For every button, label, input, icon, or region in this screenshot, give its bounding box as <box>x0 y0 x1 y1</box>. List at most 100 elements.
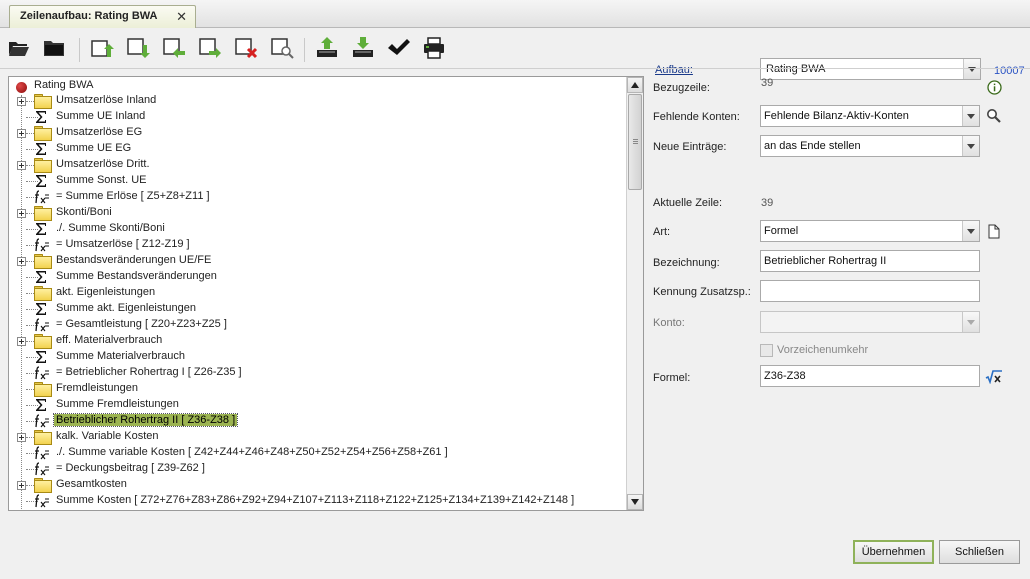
aktuelle-zeile-value: 39 <box>761 197 774 209</box>
chevron-down-icon[interactable] <box>962 221 979 241</box>
tree-root[interactable]: Rating BWA <box>9 77 626 93</box>
formula-icon <box>34 494 50 508</box>
tree-row[interactable]: = Gesamtleistung [ Z20+Z23+Z25 ] <box>9 317 626 333</box>
chevron-down-icon[interactable] <box>962 312 979 332</box>
tree-row[interactable]: Umsatzerlöse EG <box>9 125 626 141</box>
toolbar-separator <box>79 38 80 62</box>
insert-below-icon[interactable] <box>126 36 150 60</box>
bezeichnung-input[interactable]: Betrieblicher Rohertrag II <box>760 250 980 272</box>
indent-left-icon[interactable] <box>162 36 186 60</box>
bezugzeile-label: Bezugzeile: <box>653 82 710 94</box>
sigma-icon <box>34 350 50 364</box>
delete-row-icon[interactable] <box>234 36 258 60</box>
toolbar: Aufbau: Rating BWA 10007 <box>0 30 1030 80</box>
uebernehmen-button[interactable]: Übernehmen <box>853 540 934 564</box>
tree-row-label: ./. Summe variable Kosten [ Z42+Z44+Z46+… <box>56 446 448 458</box>
tree-row-label: = Umsatzerlöse [ Z12-Z19 ] <box>56 238 190 250</box>
printer-icon[interactable] <box>422 36 446 60</box>
tree-row[interactable]: ./. Summe variable Kosten [ Z42+Z44+Z46+… <box>9 445 626 461</box>
import-icon[interactable] <box>351 36 375 60</box>
checkmark-icon[interactable] <box>386 36 410 60</box>
tree-row[interactable]: Summe Sonst. UE <box>9 173 626 189</box>
neue-eintraege-select[interactable]: an das Ende stellen <box>760 135 980 157</box>
sigma-icon <box>34 142 50 156</box>
tree-row-label: Umsatzerlöse EG <box>56 126 143 138</box>
tree-row[interactable]: Summe UE Inland <box>9 109 626 125</box>
kennung-zusatzsp-input[interactable] <box>760 280 980 302</box>
tree-row[interactable]: Bestandsveränderungen UE/FE <box>9 253 626 269</box>
info-icon[interactable] <box>985 78 1003 96</box>
expand-plus-icon[interactable] <box>17 97 26 106</box>
tree-row[interactable]: kalk. Variable Kosten <box>9 429 626 445</box>
vorzeichenumkehr-checkbox[interactable] <box>760 344 773 357</box>
chevron-down-icon[interactable] <box>962 136 979 156</box>
formula-icon <box>34 238 50 252</box>
tree-row[interactable]: Fremdleistungen <box>9 381 626 397</box>
art-select[interactable]: Formel <box>760 220 980 242</box>
folder-icon <box>34 206 52 221</box>
tree-row[interactable]: ./. Summe Skonti/Boni <box>9 221 626 237</box>
indent-right-icon[interactable] <box>198 36 222 60</box>
export-icon[interactable] <box>315 36 339 60</box>
folder-icon <box>34 382 52 397</box>
scroll-up-icon[interactable] <box>627 77 643 93</box>
tab-zeilenaufbau[interactable]: Zeilenaufbau: Rating BWA ✕ <box>9 5 196 28</box>
sigma-icon <box>34 222 50 236</box>
tree-row[interactable]: Skonti/Boni <box>9 205 626 221</box>
scroll-down-icon[interactable] <box>627 494 643 510</box>
expand-plus-icon[interactable] <box>17 337 26 346</box>
chevron-down-icon[interactable] <box>963 59 980 79</box>
tree-row[interactable]: = Summe Erlöse [ Z5+Z8+Z11 ] <box>9 189 626 205</box>
tree-row[interactable]: = Deckungsbeitrag [ Z39-Z62 ] <box>9 461 626 477</box>
tree-row[interactable]: Summe akt. Eigenleistungen <box>9 301 626 317</box>
expand-plus-icon[interactable] <box>17 481 26 490</box>
fehlende-konten-select[interactable]: Fehlende Bilanz-Aktiv-Konten <box>760 105 980 127</box>
insert-above-icon[interactable] <box>90 36 114 60</box>
tree-row-label: Summe akt. Eigenleistungen <box>56 302 197 314</box>
tree-row[interactable]: = Umsatzerlöse [ Z12-Z19 ] <box>9 237 626 253</box>
aufbau-select[interactable]: Rating BWA <box>760 58 981 80</box>
vertical-scrollbar[interactable] <box>626 77 643 510</box>
tree-row[interactable]: Summe Kosten [ Z72+Z76+Z83+Z86+Z92+Z94+Z… <box>9 493 626 509</box>
tree-row-label: Summe UE EG <box>56 142 132 154</box>
search-icon[interactable] <box>985 107 1003 125</box>
tree-row[interactable]: Umsatzerlöse Dritt. <box>9 157 626 173</box>
tree-view[interactable]: Rating BWA Umsatzerlöse Inland Summe UE I… <box>8 76 644 511</box>
tree-row[interactable]: Summe Fremdleistungen <box>9 397 626 413</box>
close-icon[interactable]: ✕ <box>176 9 187 25</box>
tree-row[interactable]: Summe Bestandsveränderungen <box>9 269 626 285</box>
tree-row-label: kalk. Variable Kosten <box>56 430 159 442</box>
tree-row-label: = Summe Erlöse [ Z5+Z8+Z11 ] <box>56 190 210 202</box>
konto-select[interactable] <box>760 311 980 333</box>
search-row-icon[interactable] <box>270 36 294 60</box>
tree-row-label: akt. Eigenleistungen <box>56 286 156 298</box>
tree-row[interactable]: = Betrieblicher Rohertrag I [ Z26-Z35 ] <box>9 365 626 381</box>
expand-plus-icon[interactable] <box>17 161 26 170</box>
tree-row[interactable]: Gesamtkosten <box>9 477 626 493</box>
sigma-icon <box>34 174 50 188</box>
document-icon[interactable] <box>985 222 1003 240</box>
open-folder-icon[interactable] <box>7 36 31 60</box>
bezeichnung-value: Betrieblicher Rohertrag II <box>764 255 887 267</box>
expand-plus-icon[interactable] <box>17 129 26 138</box>
tree-row[interactable]: Summe Materialverbrauch <box>9 349 626 365</box>
folder-icon[interactable] <box>42 36 66 60</box>
tree-row[interactable]: Betrieblicher Rohertrag II [ Z36-Z38 ] <box>9 413 626 429</box>
chevron-down-icon[interactable] <box>962 106 979 126</box>
tree-row[interactable]: akt. Eigenleistungen <box>9 285 626 301</box>
expand-plus-icon[interactable] <box>17 257 26 266</box>
formula-sqrt-icon[interactable] <box>985 368 1003 386</box>
tree-row[interactable]: Summe UE EG <box>9 141 626 157</box>
tree-row[interactable]: Umsatzerlöse Inland <box>9 93 626 109</box>
formel-input[interactable]: Z36-Z38 <box>760 365 980 387</box>
tree-row-label: Summe UE Inland <box>56 110 146 122</box>
expand-plus-icon[interactable] <box>17 433 26 442</box>
aufbau-select-value: Rating BWA <box>766 63 826 75</box>
schliessen-button[interactable]: Schließen <box>939 540 1020 564</box>
formula-icon <box>34 414 50 428</box>
tree-row[interactable]: eff. Materialverbrauch <box>9 333 626 349</box>
formula-icon <box>34 366 50 380</box>
scrollbar-thumb[interactable] <box>628 94 642 190</box>
folder-icon <box>34 254 52 269</box>
expand-plus-icon[interactable] <box>17 209 26 218</box>
